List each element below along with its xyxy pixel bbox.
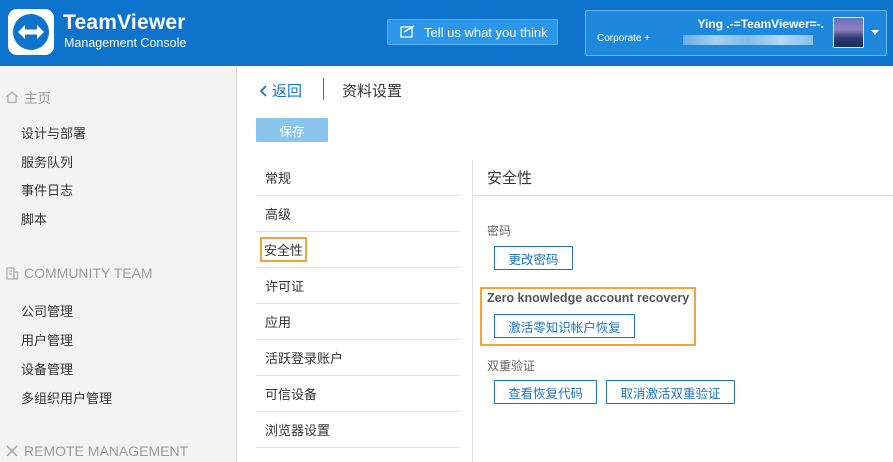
back-label: 返回 bbox=[272, 82, 303, 100]
left-sidebar: 主页 设计与部署 服务队列 事件日志 脚本 COMMUNITY TEAM 公司管… bbox=[0, 66, 237, 462]
sidebar-item-user-management[interactable]: 用户管理 bbox=[21, 330, 73, 349]
home-icon bbox=[6, 91, 18, 104]
tab-trusted-devices[interactable]: 可信设备 bbox=[256, 376, 460, 412]
sidebar-section-remote-management[interactable]: REMOTE MANAGEMENT bbox=[5, 443, 188, 459]
sidebar-item-design-deploy[interactable]: 设计与部署 bbox=[21, 123, 86, 142]
app-header: TeamViewer Management Console Tell us wh… bbox=[0, 0, 893, 66]
sidebar-item-event-log[interactable]: 事件日志 bbox=[21, 180, 73, 199]
tab-browser-settings[interactable]: 浏览器设置 bbox=[256, 412, 460, 448]
chevron-left-icon bbox=[259, 84, 267, 97]
change-password-button[interactable]: 更改密码 bbox=[494, 246, 573, 270]
chevron-down-icon[interactable] bbox=[871, 30, 879, 35]
brand-name: TeamViewer bbox=[63, 11, 186, 34]
sidebar-section-home[interactable]: 主页 bbox=[5, 87, 51, 107]
page-title: 资料设置 bbox=[342, 82, 403, 100]
blurred-organization bbox=[683, 35, 813, 45]
tab-label: 安全性 bbox=[260, 237, 308, 262]
security-heading-rule bbox=[473, 195, 893, 196]
tab-advanced[interactable]: 高级 bbox=[256, 196, 460, 232]
sidebar-item-scripts[interactable]: 脚本 bbox=[21, 209, 47, 228]
tab-label: 活跃登录账户 bbox=[265, 352, 344, 367]
tab-label: 许可证 bbox=[265, 280, 305, 295]
security-heading: 安全性 bbox=[487, 169, 533, 187]
feedback-label: Tell us what you think bbox=[424, 24, 548, 40]
tab-license[interactable]: 许可证 bbox=[256, 268, 460, 304]
building-icon bbox=[6, 267, 19, 280]
tab-label: 浏览器设置 bbox=[265, 424, 331, 439]
sidebar-section-remote-management-label: REMOTE MANAGEMENT bbox=[24, 443, 189, 459]
sidebar-section-community-team[interactable]: COMMUNITY TEAM bbox=[5, 265, 153, 281]
tab-apps[interactable]: 应用 bbox=[256, 304, 460, 340]
avatar[interactable] bbox=[833, 17, 864, 48]
feedback-pencil-icon bbox=[400, 25, 415, 38]
sidebar-section-community-team-label: COMMUNITY TEAM bbox=[24, 265, 153, 281]
teamviewer-logo-icon[interactable] bbox=[8, 9, 54, 55]
zk-recovery-label: Zero knowledge account recovery bbox=[487, 291, 690, 305]
tab-active-logins[interactable]: 活跃登录账户 bbox=[256, 340, 460, 376]
two-factor-label: 双重验证 bbox=[487, 359, 536, 373]
tab-label: 高级 bbox=[265, 208, 292, 223]
deactivate-2fa-button[interactable]: 取消激活双重验证 bbox=[606, 380, 735, 404]
tab-general[interactable]: 常规 bbox=[256, 160, 460, 196]
view-recovery-codes-button[interactable]: 查看恢复代码 bbox=[494, 380, 597, 404]
feedback-button[interactable]: Tell us what you think bbox=[387, 19, 558, 45]
title-divider bbox=[323, 78, 324, 100]
brand-subtitle: Management Console bbox=[64, 36, 187, 50]
activate-zk-recovery-button[interactable]: 激活零知识帐户恢复 bbox=[494, 314, 635, 338]
user-menu[interactable]: Ying .-=TeamViewer=-. Corporate + bbox=[585, 10, 887, 56]
tab-label: 常规 bbox=[265, 172, 292, 187]
column-divider bbox=[472, 160, 473, 462]
save-button[interactable]: 保存 bbox=[256, 118, 328, 142]
user-name: Ying .-=TeamViewer=-. bbox=[697, 17, 825, 31]
user-organization: Corporate + bbox=[597, 33, 651, 44]
password-label: 密码 bbox=[487, 224, 512, 238]
sidebar-item-company-management[interactable]: 公司管理 bbox=[21, 301, 73, 320]
tab-label: 应用 bbox=[265, 316, 292, 331]
sidebar-item-device-management[interactable]: 设备管理 bbox=[21, 359, 73, 378]
back-link[interactable]: 返回 bbox=[258, 80, 302, 101]
remote-cross-icon bbox=[6, 445, 18, 457]
sidebar-section-home-label: 主页 bbox=[24, 91, 51, 107]
sidebar-item-service-queue[interactable]: 服务队列 bbox=[21, 152, 73, 171]
sidebar-item-multi-org-users[interactable]: 多组织用户管理 bbox=[21, 388, 112, 407]
tab-label: 可信设备 bbox=[265, 388, 318, 403]
tab-security[interactable]: 安全性 bbox=[256, 232, 460, 268]
